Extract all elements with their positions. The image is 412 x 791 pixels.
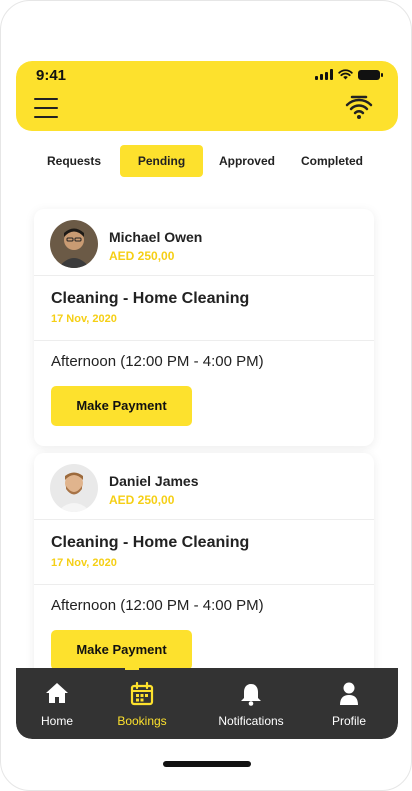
nav-profile[interactable]: Profile [304, 668, 394, 739]
booking-card: Daniel James AED 250,00 Cleaning - Home … [34, 453, 374, 690]
time-slot: Afternoon (12:00 PM - 4:00 PM) [51, 353, 264, 370]
service-title: Cleaning - Home Cleaning [51, 290, 250, 307]
booking-price: AED 250,00 [109, 249, 175, 263]
app-screen: 9:41 Requests Pending Approved Completed… [16, 61, 398, 739]
phone-frame: 9:41 Requests Pending Approved Completed… [0, 0, 412, 791]
nav-label-home: Home [40, 714, 73, 728]
nav-home[interactable]: Home [16, 668, 102, 739]
battery-icon [358, 69, 383, 80]
time-slot: Afternoon (12:00 PM - 4:00 PM) [51, 597, 264, 614]
booking-date: 17 Nov, 2020 [51, 313, 117, 325]
nav-label-bookings: Bookings [117, 714, 167, 728]
nav-label-profile: Profile [331, 714, 366, 728]
make-payment-button[interactable]: Make Payment [51, 630, 192, 670]
home-indicator [163, 761, 251, 767]
customer-name: Daniel James [109, 473, 199, 489]
booking-card: Michael Owen AED 250,00 Cleaning - Home … [34, 209, 374, 446]
status-wifi-icon [338, 69, 353, 80]
status-time: 9:41 [36, 67, 67, 84]
nav-notifications[interactable]: Notifications [206, 668, 296, 739]
tab-pending[interactable]: Pending [120, 145, 203, 177]
booking-tabs: Requests Pending Approved Completed [16, 145, 398, 177]
user-icon [340, 682, 358, 705]
home-icon [46, 683, 68, 703]
bell-icon [241, 684, 261, 706]
avatar [50, 220, 98, 268]
make-payment-button[interactable]: Make Payment [51, 386, 192, 426]
booking-price: AED 250,00 [109, 493, 175, 507]
wifi-icon[interactable] [344, 95, 374, 121]
menu-icon[interactable] [34, 98, 58, 118]
customer-name: Michael Owen [109, 229, 203, 245]
avatar [50, 464, 98, 512]
booking-date: 17 Nov, 2020 [51, 557, 117, 569]
app-header: 9:41 [16, 61, 398, 131]
nav-bookings[interactable]: Bookings [97, 668, 187, 739]
signal-icon [315, 69, 333, 80]
tab-completed[interactable]: Completed [294, 145, 370, 177]
service-title: Cleaning - Home Cleaning [51, 534, 250, 551]
nav-label-notifications: Notifications [218, 714, 284, 728]
tab-requests[interactable]: Requests [37, 145, 111, 177]
bottom-nav: Home Bookings Notifications Profile [16, 668, 398, 739]
calendar-icon [130, 682, 154, 706]
tab-approved[interactable]: Approved [211, 145, 283, 177]
status-icons [315, 69, 383, 80]
